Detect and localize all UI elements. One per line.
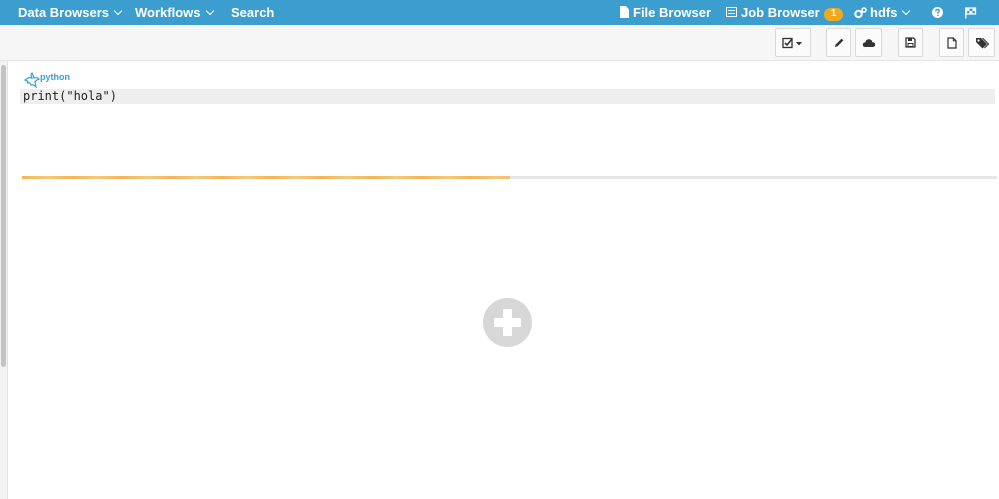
job-count-badge: 1 <box>823 8 844 21</box>
top-navbar: Data Browsers Workflows Search File Brow… <box>0 0 999 25</box>
python-logo-icon <box>24 72 40 88</box>
tags-button[interactable] <box>968 28 995 57</box>
snippet-language-label: python <box>40 72 70 82</box>
left-scrollbar-thumb[interactable] <box>1 65 6 367</box>
nav-file-browser[interactable]: File Browser <box>620 0 711 25</box>
save-icon <box>905 37 916 48</box>
nav-data-browsers-label: Data Browsers <box>18 5 110 20</box>
cloud-button[interactable] <box>855 28 882 57</box>
pencil-icon <box>834 38 843 47</box>
cogs-icon <box>854 6 867 18</box>
editor-toolbar <box>0 25 999 61</box>
nav-search[interactable]: Search <box>231 0 274 25</box>
chevron-down-icon <box>902 6 911 16</box>
new-document-icon <box>946 36 957 49</box>
file-icon <box>620 6 629 18</box>
checkbox-dropdown-icon <box>782 37 802 48</box>
code-editor[interactable]: print("hola") <box>20 89 995 104</box>
chevron-down-icon <box>205 6 214 16</box>
flag-icon <box>965 6 977 19</box>
execution-progress-fill <box>22 176 510 179</box>
execution-progress-bar <box>22 176 997 179</box>
nav-job-browser-label: Job Browser <box>741 5 820 20</box>
tags-icon <box>975 37 989 48</box>
nav-data-browsers[interactable]: Data Browsers <box>18 0 123 25</box>
cloud-icon <box>862 38 875 47</box>
save-button[interactable] <box>898 28 923 57</box>
nav-workflows[interactable]: Workflows <box>135 0 214 25</box>
nav-user-menu[interactable]: hdfs <box>854 0 911 25</box>
help-icon <box>932 7 943 19</box>
nav-job-browser[interactable]: Job Browser 1 <box>726 0 844 25</box>
left-scrollbar[interactable] <box>0 61 8 499</box>
add-snippet-button[interactable] <box>483 298 532 347</box>
nav-file-browser-label: File Browser <box>633 5 712 20</box>
list-icon <box>726 7 737 17</box>
chevron-down-icon <box>113 6 123 16</box>
nav-user-label: hdfs <box>870 5 898 20</box>
nav-search-label: Search <box>231 5 275 20</box>
help-button[interactable] <box>932 0 943 25</box>
nav-workflows-label: Workflows <box>135 5 201 20</box>
new-document-button[interactable] <box>939 28 964 57</box>
edit-button[interactable] <box>826 28 851 57</box>
tour-button[interactable] <box>964 0 977 25</box>
select-snippets-dropdown[interactable] <box>775 28 811 57</box>
